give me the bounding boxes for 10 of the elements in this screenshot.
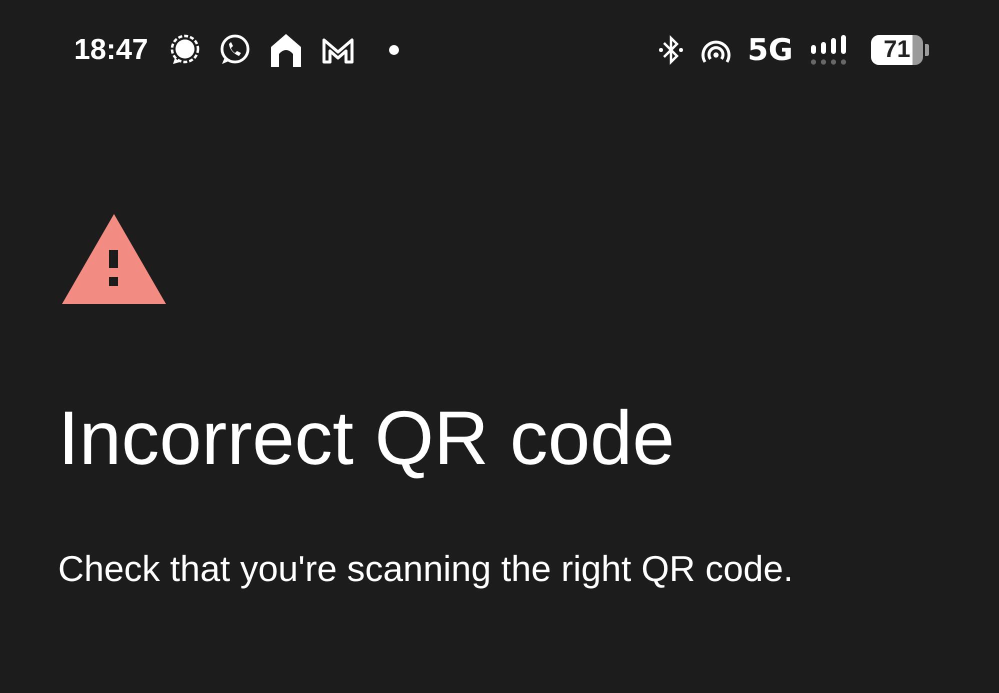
- warning-icon: [62, 214, 166, 304]
- battery-indicator: 71: [871, 35, 923, 65]
- dot-icon: [388, 44, 400, 56]
- status-time: 18:47: [74, 34, 148, 66]
- phone-bubble-icon: [218, 33, 252, 67]
- error-title: Incorrect QR code: [58, 395, 676, 483]
- error-message: Check that you're scanning the right QR code.: [58, 548, 794, 590]
- network-label: 5G: [748, 32, 793, 68]
- bluetooth-icon: [658, 35, 684, 65]
- signal-icon: [809, 33, 849, 67]
